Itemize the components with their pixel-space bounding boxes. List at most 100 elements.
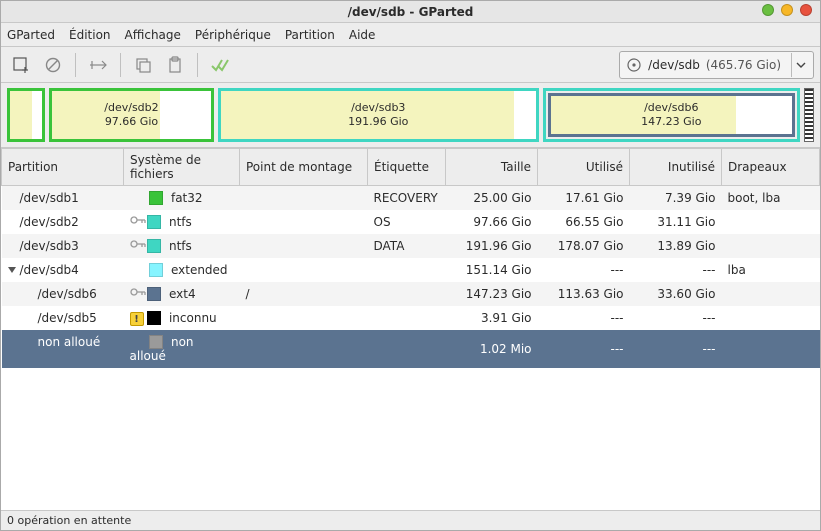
col-label[interactable]: Étiquette [368, 149, 446, 186]
cell-flags [722, 330, 820, 368]
col-flags[interactable]: Drapeaux [722, 149, 820, 186]
cell-unused: 13.89 Gio [630, 234, 722, 258]
cell-label: OS [368, 210, 446, 234]
partition-name: /dev/sdb5 [38, 311, 97, 325]
device-name: /dev/sdb [648, 58, 700, 72]
col-fs[interactable]: Système de fichiers [124, 149, 240, 186]
partition-name: /dev/sdb2 [20, 215, 79, 229]
key-icon [130, 287, 144, 301]
viz-sdb3[interactable]: /dev/sdb3191.96 Gio [218, 88, 539, 142]
cell-used: 113.63 Gio [538, 282, 630, 306]
cell-mount [240, 306, 368, 330]
viz-sdb4-extended[interactable]: /dev/sdb6147.23 Gio [543, 88, 800, 142]
expand-icon[interactable] [8, 267, 16, 273]
table-row[interactable]: /dev/sdb5! inconnu3.91 Gio------ [2, 306, 820, 330]
fs-name: ext4 [169, 287, 196, 301]
fs-swatch [149, 191, 163, 205]
key-icon [130, 239, 144, 253]
fs-name: ntfs [169, 215, 192, 229]
apply-button[interactable] [206, 51, 234, 79]
fs-name: inconnu [169, 311, 217, 325]
toolbar-separator [120, 53, 121, 77]
partition-name: non alloué [38, 335, 101, 349]
cell-size: 191.96 Gio [446, 234, 538, 258]
col-used[interactable]: Utilisé [538, 149, 630, 186]
cell-size: 97.66 Gio [446, 210, 538, 234]
delete-partition-button[interactable] [39, 51, 67, 79]
resize-move-button[interactable] [84, 51, 112, 79]
cell-flags: boot, lba [722, 186, 820, 211]
copy-button[interactable] [129, 51, 157, 79]
fs-swatch [149, 335, 163, 349]
viz-sdb1[interactable] [7, 88, 45, 142]
paste-button[interactable] [161, 51, 189, 79]
chevron-down-icon [791, 53, 809, 77]
disk-icon [626, 57, 642, 73]
cell-label [368, 330, 446, 368]
cell-label: RECOVERY [368, 186, 446, 211]
menu-aide[interactable]: Aide [349, 28, 376, 42]
minimize-button[interactable] [762, 4, 774, 16]
menu-peripherique[interactable]: Périphérique [195, 28, 271, 42]
viz-sdb2[interactable]: /dev/sdb297.66 Gio [49, 88, 214, 142]
fs-name: extended [171, 263, 228, 277]
fs-name: fat32 [171, 191, 203, 205]
menu-bar: GParted Édition Affichage Périphérique P… [1, 23, 820, 47]
cell-unused: --- [630, 258, 722, 282]
partition-name: /dev/sdb1 [20, 191, 79, 205]
device-size: (465.76 Gio) [706, 58, 781, 72]
menu-edition[interactable]: Édition [69, 28, 111, 42]
table-row[interactable]: /dev/sdb2 ntfs OS97.66 Gio66.55 Gio31.11 … [2, 210, 820, 234]
partition-name: /dev/sdb4 [20, 263, 79, 277]
cell-mount [240, 210, 368, 234]
table-row[interactable]: /dev/sdb1 fat32 RECOVERY25.00 Gio17.61 Gi… [2, 186, 820, 211]
cell-used: --- [538, 258, 630, 282]
fs-swatch [147, 215, 161, 229]
table-row[interactable]: /dev/sdb3 ntfsDATA191.96 Gio178.07 Gio13… [2, 234, 820, 258]
status-bar: 0 opération en attente [1, 510, 820, 530]
fs-swatch [147, 287, 161, 301]
partition-visualization: /dev/sdb297.66 Gio /dev/sdb3191.96 Gio /… [1, 83, 820, 148]
table-row[interactable]: /dev/sdb4 extended151.14 Gio------lba [2, 258, 820, 282]
toolbar: /dev/sdb (465.76 Gio) [1, 47, 820, 83]
cell-size: 25.00 Gio [446, 186, 538, 211]
table-row[interactable]: /dev/sdb6 ext4/147.23 Gio113.63 Gio33.60… [2, 282, 820, 306]
cell-label [368, 306, 446, 330]
cell-flags [722, 234, 820, 258]
toolbar-separator [197, 53, 198, 77]
toolbar-separator [75, 53, 76, 77]
viz-sdb5[interactable] [804, 88, 814, 142]
col-unused[interactable]: Inutilisé [630, 149, 722, 186]
cell-used: 66.55 Gio [538, 210, 630, 234]
cell-used: 178.07 Gio [538, 234, 630, 258]
cell-flags [722, 210, 820, 234]
cell-flags: lba [722, 258, 820, 282]
device-selector[interactable]: /dev/sdb (465.76 Gio) [619, 51, 814, 79]
status-text: 0 opération en attente [7, 514, 131, 527]
menu-affichage[interactable]: Affichage [125, 28, 181, 42]
col-mount[interactable]: Point de montage [240, 149, 368, 186]
cell-mount [240, 330, 368, 368]
cell-label [368, 282, 446, 306]
col-size[interactable]: Taille [446, 149, 538, 186]
cell-used: 17.61 Gio [538, 186, 630, 211]
cell-used: --- [538, 330, 630, 368]
cell-unused: 31.11 Gio [630, 210, 722, 234]
cell-unused: --- [630, 306, 722, 330]
col-partition[interactable]: Partition [2, 149, 124, 186]
cell-mount [240, 234, 368, 258]
cell-mount [240, 186, 368, 211]
cell-label [368, 258, 446, 282]
table-row[interactable]: non alloué non alloué1.02 Mio------ [2, 330, 820, 368]
fs-swatch [149, 263, 163, 277]
warning-icon: ! [130, 312, 144, 326]
cell-size: 151.14 Gio [446, 258, 538, 282]
cell-size: 1.02 Mio [446, 330, 538, 368]
cell-mount: / [240, 282, 368, 306]
maximize-button[interactable] [781, 4, 793, 16]
close-button[interactable] [800, 4, 812, 16]
new-partition-button[interactable] [7, 51, 35, 79]
menu-partition[interactable]: Partition [285, 28, 335, 42]
menu-gparted[interactable]: GParted [7, 28, 55, 42]
cell-mount [240, 258, 368, 282]
